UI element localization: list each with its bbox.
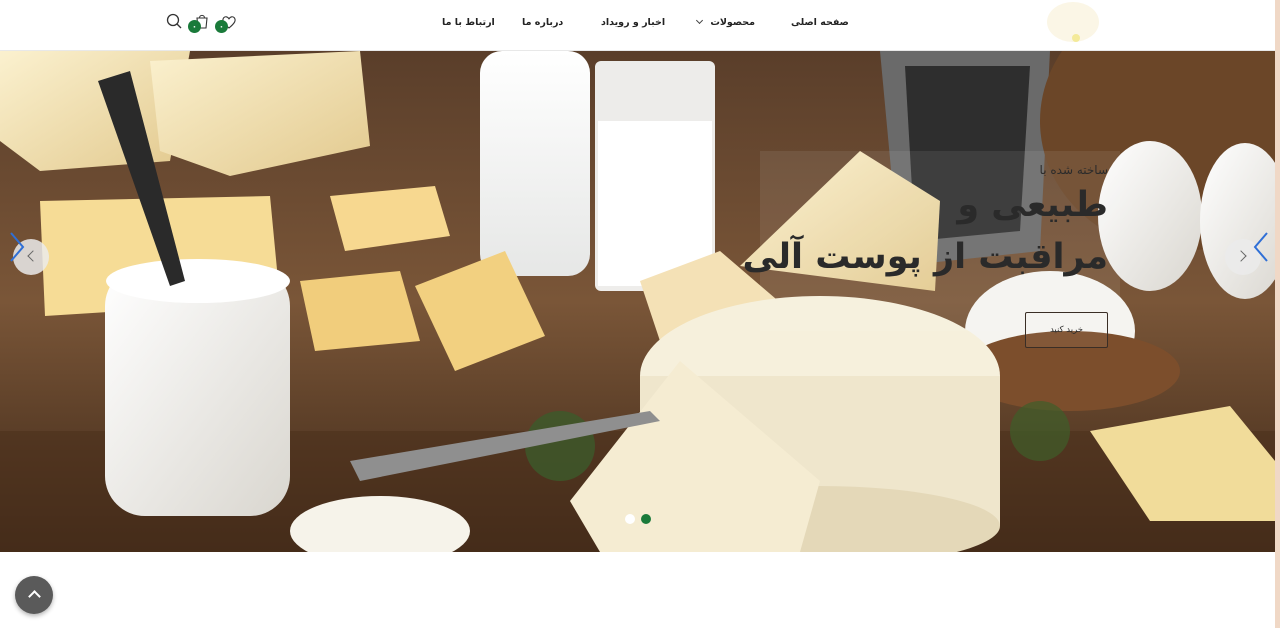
nav-home-label: صفحه اصلی	[791, 17, 849, 28]
hero-title: طبیعی و مراقبت از پوست آلی	[742, 179, 1108, 283]
nav-contact-label: ارتباط با ما	[442, 17, 495, 28]
cart-count-badge: ۰	[188, 20, 201, 33]
edge-next-arrow-icon[interactable]	[1252, 232, 1270, 262]
page: صفحه اصلی محصولات اخبار و رویداد درباره …	[0, 0, 1280, 628]
search-button[interactable]	[165, 12, 185, 32]
nav-contact[interactable]: ارتباط با ما	[442, 17, 495, 31]
nav-news[interactable]: اخبار و رویداد	[601, 17, 665, 31]
edge-prev-arrow-icon[interactable]	[8, 232, 26, 262]
hero-image	[0, 51, 1275, 552]
site-header: صفحه اصلی محصولات اخبار و رویداد درباره …	[0, 0, 1275, 51]
chevron-up-icon	[28, 590, 41, 603]
nav-products[interactable]: محصولات	[695, 16, 755, 31]
hero-title-line1: طبیعی و	[957, 185, 1108, 225]
page-scrollbar[interactable]	[1275, 0, 1280, 628]
back-to-top-button[interactable]	[15, 576, 53, 614]
logo[interactable]	[1040, 0, 1106, 46]
hero-subtitle: ساخته شده با	[1039, 163, 1108, 177]
slider-dot-2[interactable]	[641, 514, 651, 524]
chevron-down-icon	[695, 16, 704, 25]
wishlist-button[interactable]: ۰	[215, 12, 239, 33]
slider-dot-1[interactable]	[625, 514, 635, 524]
chevron-left-icon	[27, 250, 39, 262]
nav-about-label: درباره ما	[522, 17, 564, 28]
shop-now-button[interactable]: خرید کنید	[1025, 312, 1108, 348]
search-icon	[166, 13, 182, 29]
wishlist-count-badge: ۰	[215, 20, 228, 33]
hero-title-line2: مراقبت از پوست آلی	[742, 237, 1108, 277]
cart-button[interactable]: ۰	[188, 12, 212, 33]
nav-about[interactable]: درباره ما	[522, 17, 563, 31]
hero-slider: ساخته شده با طبیعی و مراقبت از پوست آلی …	[0, 51, 1275, 552]
nav-products-label: محصولات	[710, 17, 755, 28]
chevron-right-icon	[1235, 250, 1247, 262]
nav-news-label: اخبار و رویداد	[601, 17, 666, 28]
nav-home[interactable]: صفحه اصلی	[791, 17, 849, 31]
